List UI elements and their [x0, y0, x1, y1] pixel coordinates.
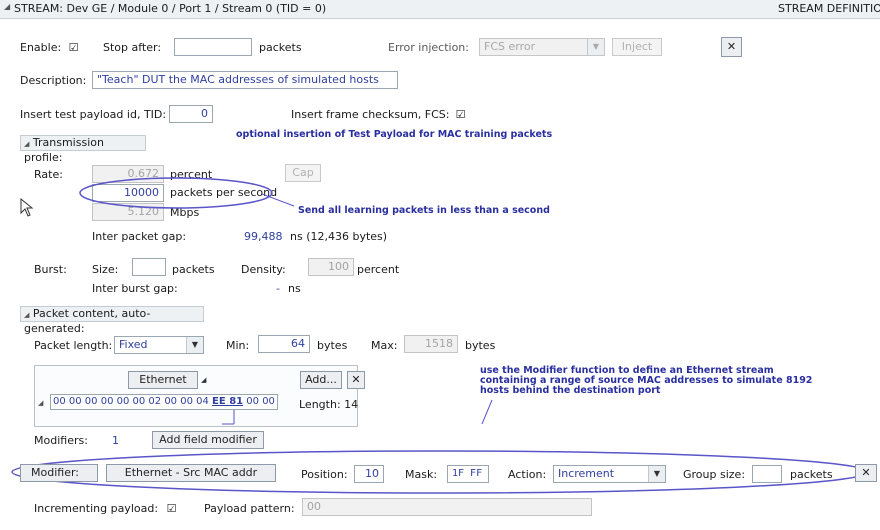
tid-input[interactable]: 0: [169, 105, 213, 123]
transmission-profile-label: Transmission profile:: [24, 136, 104, 164]
pps-highlight-ellipse: [79, 177, 273, 209]
description-input[interactable]: "Teach" DUT the MAC addresses of simulat…: [92, 71, 398, 89]
density-label: Density:: [241, 263, 286, 276]
collapse-triangle-icon[interactable]: ◢: [38, 399, 43, 407]
stop-after-label: Stop after:: [103, 41, 162, 54]
burst-size-unit: packets: [172, 263, 215, 276]
packet-length-value: Fixed: [119, 338, 148, 351]
max-unit: bytes: [465, 339, 496, 352]
collapse-triangle-icon[interactable]: ◢: [4, 2, 10, 11]
packet-content-header[interactable]: ◢ Packet content, auto-generated:: [20, 306, 204, 335]
density-input[interactable]: 100: [308, 258, 354, 276]
ethernet-header-button[interactable]: Ethernet: [128, 371, 198, 389]
annotation-tid-note: optional insertion of Test Payload for M…: [236, 129, 553, 140]
modifier-note-pointer-line: [481, 399, 493, 425]
packet-content-label: Packet content, auto-generated:: [24, 307, 151, 335]
burst-size-label: Size:: [92, 263, 119, 276]
payload-pattern-input[interactable]: 00: [302, 498, 592, 516]
transmission-profile-header[interactable]: ◢ Transmission profile:: [20, 135, 146, 164]
ipg-unit: ns (12,436 bytes): [290, 230, 388, 243]
hex-bytes-prefix: 00 00 00 00 00 00 02 00 00 04: [53, 396, 213, 407]
group-size-input[interactable]: [752, 465, 782, 483]
min-label: Min:: [226, 339, 250, 352]
stop-after-input[interactable]: [174, 38, 252, 56]
description-label: Description:: [20, 74, 87, 87]
cap-button[interactable]: Cap: [285, 164, 321, 182]
ipg-label: Inter packet gap:: [92, 230, 187, 243]
collapse-triangle-icon: ◢: [24, 140, 30, 148]
modifiers-count: 1: [112, 434, 119, 447]
chevron-down-icon: ▼: [186, 337, 203, 353]
tid-label: Insert test payload id, TID:: [20, 108, 167, 121]
ibg-label: Inter burst gap:: [92, 282, 178, 295]
modifier-field-button[interactable]: Ethernet - Src MAC addr: [106, 464, 276, 482]
action-label: Action:: [508, 468, 547, 481]
stop-after-packets-label: packets: [259, 41, 302, 54]
incrementing-payload-checkbox[interactable]: ☑: [166, 503, 177, 514]
error-injection-label: Error injection:: [388, 41, 469, 54]
title-bar: ◢ STREAM: Dev GE / Module 0 / Port 1 / S…: [0, 0, 880, 19]
hex-bytes-highlight: EE 81: [212, 396, 244, 407]
hex-bytes-field[interactable]: 00 00 00 00 00 00 02 00 00 04 EE 81 00 0…: [50, 394, 278, 410]
annotation-pointer-line: [262, 193, 295, 207]
min-length-input[interactable]: 64: [258, 335, 310, 353]
action-value: Increment: [558, 467, 615, 480]
packet-length-select[interactable]: Fixed ▼: [114, 336, 204, 354]
group-size-unit: packets: [790, 468, 833, 481]
fcs-label: Insert frame checksum, FCS:: [291, 108, 450, 121]
max-label: Max:: [371, 339, 398, 352]
stream-definition-label: STREAM DEFINITION: [778, 2, 880, 15]
add-header-button[interactable]: Add...: [300, 371, 342, 389]
header-length-text: Length: 14: [299, 398, 359, 411]
annotation-modifier-note: use the Modifier function to define an E…: [480, 365, 813, 396]
packet-length-label: Packet length:: [34, 339, 113, 352]
action-select[interactable]: Increment ▼: [553, 465, 666, 483]
error-injection-value: FCS error: [484, 40, 536, 53]
incrementing-payload-label: Incrementing payload:: [34, 502, 159, 515]
hex-bytes-suffix: 00 00: [243, 396, 275, 407]
inject-button[interactable]: Inject: [612, 38, 662, 56]
close-stream-button[interactable]: ✕: [721, 37, 742, 57]
mask-label: Mask:: [405, 468, 438, 481]
min-unit: bytes: [317, 339, 348, 352]
remove-header-button[interactable]: ✕: [347, 371, 365, 389]
remove-modifier-button[interactable]: ✕: [855, 464, 877, 482]
modifier-label-box: Modifier:: [20, 464, 98, 482]
position-label: Position:: [301, 468, 348, 481]
fcs-checkbox[interactable]: ☑: [455, 109, 466, 120]
mask-input[interactable]: 1F FF: [447, 465, 489, 483]
enable-checkbox[interactable]: ☑: [68, 42, 79, 53]
ibg-unit: ns: [288, 282, 301, 295]
mouse-cursor-icon: [20, 198, 34, 217]
density-unit: percent: [357, 263, 400, 276]
error-injection-select[interactable]: FCS error ▼: [479, 38, 605, 56]
ibg-value: -: [276, 282, 280, 295]
enable-label: Enable:: [20, 41, 62, 54]
ipg-value: 99,488: [244, 230, 283, 243]
modifiers-label: Modifiers:: [34, 434, 88, 447]
rate-label: Rate:: [34, 168, 63, 181]
max-length-input[interactable]: 1518: [404, 335, 458, 353]
burst-size-input[interactable]: [132, 258, 166, 276]
annotation-pps-note: Send all learning packets in less than a…: [298, 205, 550, 216]
resize-corner-icon: ◢: [201, 376, 207, 384]
burst-label: Burst:: [34, 263, 67, 276]
stream-path-title: STREAM: Dev GE / Module 0 / Port 1 / Str…: [14, 2, 327, 15]
add-field-modifier-button[interactable]: Add field modifier: [152, 431, 264, 449]
group-size-label: Group size:: [683, 468, 746, 481]
collapse-triangle-icon: ◢: [24, 311, 30, 319]
chevron-down-icon: ▼: [648, 466, 665, 482]
chevron-down-icon: ▼: [587, 39, 604, 55]
payload-pattern-label: Payload pattern:: [204, 502, 295, 515]
position-input[interactable]: 10: [354, 465, 384, 483]
